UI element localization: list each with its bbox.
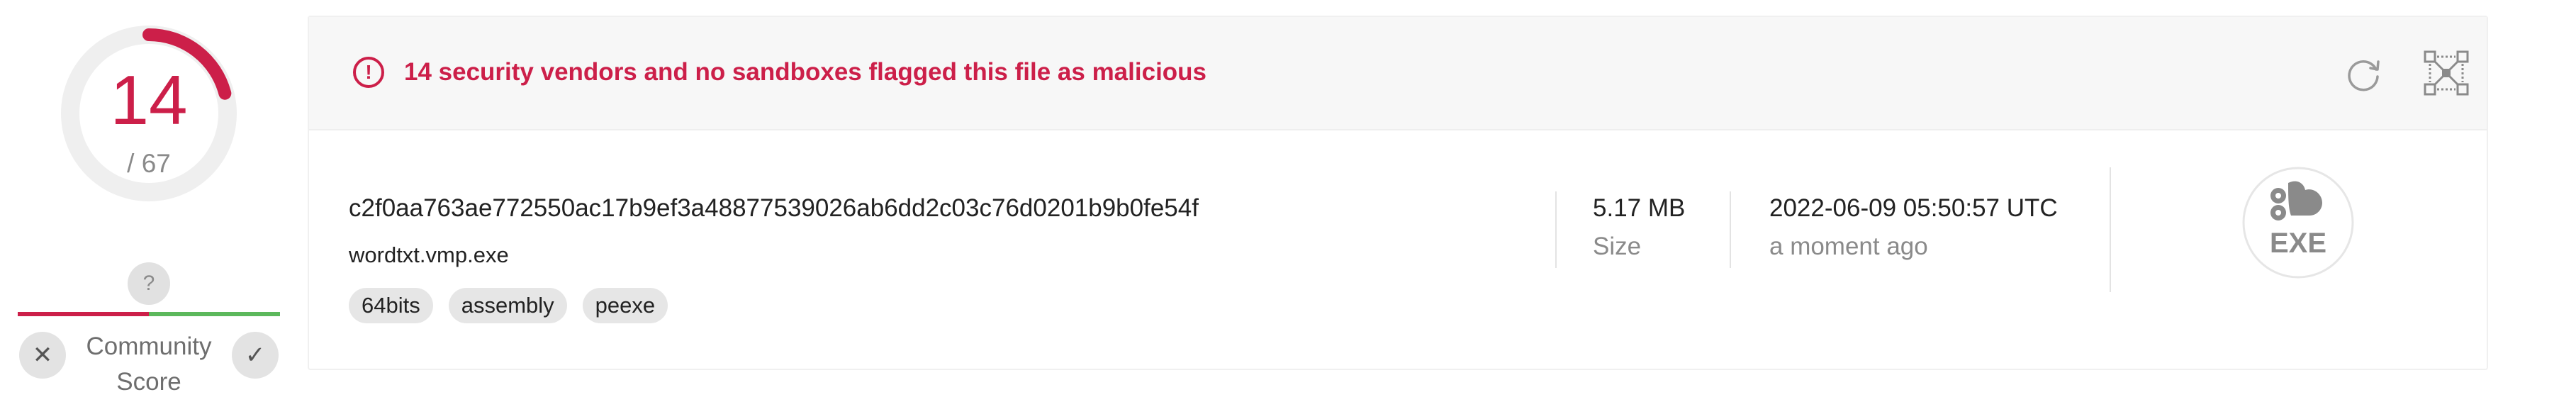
divider	[1555, 191, 1557, 268]
file-size-label: Size	[1593, 233, 1642, 260]
file-tags: 64bits assembly peexe	[349, 288, 668, 323]
last-analysis-relative: a moment ago	[1769, 233, 1928, 260]
downvote-button[interactable]: ✕	[19, 332, 66, 379]
detection-alert-bar: ! 14 security vendors and no sandboxes f…	[309, 17, 2487, 130]
alert-icon: !	[353, 57, 384, 88]
community-score: ? ✕ Community Score ✓	[18, 262, 280, 397]
upvote-button[interactable]: ✓	[232, 332, 279, 379]
file-report-header: 14 / 67 ? ✕ Community Score ✓ ! 14 secur…	[0, 0, 2576, 402]
refresh-icon[interactable]	[2343, 54, 2383, 94]
detection-count: 14	[110, 61, 188, 139]
exe-file-icon: EXE	[2242, 167, 2354, 279]
file-size-value: 5.17 MB	[1593, 194, 1686, 222]
community-score-label: Community Score	[86, 333, 212, 396]
tag-chip[interactable]: peexe	[582, 288, 668, 323]
graph-nodes-icon[interactable]	[2423, 50, 2470, 96]
file-type-label: EXE	[2270, 228, 2326, 259]
detection-alert-message: 14 security vendors and no sandboxes fla…	[404, 58, 1207, 86]
divider	[2110, 167, 2111, 292]
divider	[1730, 191, 1731, 268]
file-hash[interactable]: c2f0aa763ae772550ac17b9ef3a48877539026ab…	[349, 194, 1199, 223]
tag-chip[interactable]: 64bits	[349, 288, 433, 323]
detection-total: / 67	[127, 149, 171, 178]
last-analysis-date: 2022-06-09 05:50:57 UTC	[1769, 194, 2058, 222]
file-name: wordtxt.vmp.exe	[349, 242, 509, 267]
help-icon[interactable]: ?	[128, 262, 170, 305]
community-negative-bar	[18, 312, 149, 316]
detection-score-widget: 14 / 67	[50, 14, 248, 213]
file-summary-card: ! 14 security vendors and no sandboxes f…	[308, 16, 2488, 370]
tag-chip[interactable]: assembly	[448, 288, 567, 323]
community-positive-bar	[149, 312, 280, 316]
